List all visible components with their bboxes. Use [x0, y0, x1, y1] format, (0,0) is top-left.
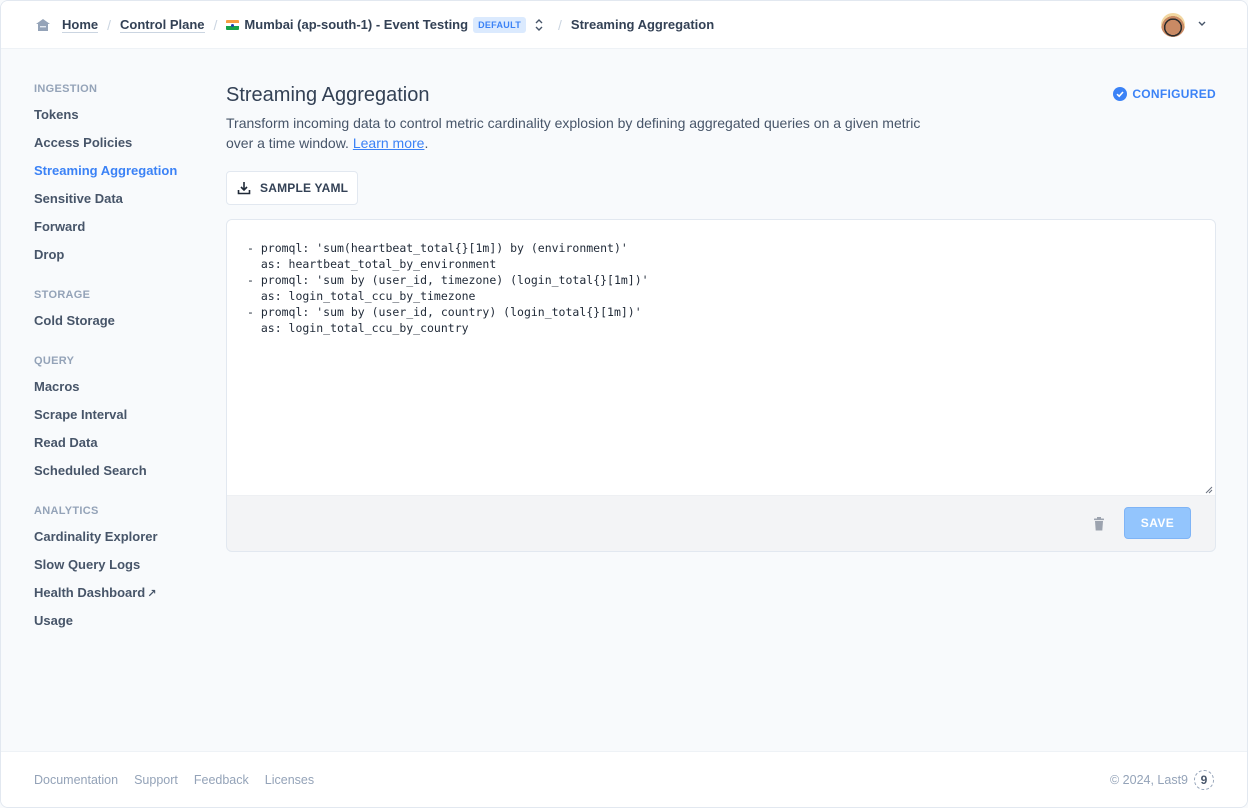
configured-status: CONFIGURED	[1113, 87, 1216, 101]
description-end: .	[424, 135, 429, 151]
description-text: Transform incoming data to control metri…	[226, 115, 921, 151]
footer-link-documentation[interactable]: Documentation	[34, 773, 118, 787]
sample-yaml-button[interactable]: SAMPLE YAML	[226, 171, 359, 205]
main-content: Streaming Aggregation CONFIGURED Transfo…	[226, 81, 1216, 552]
sidebar-item-streaming-aggregation[interactable]: Streaming Aggregation	[34, 157, 214, 185]
sidebar-section-query: QUERY Macros Scrape Interval Read Data S…	[34, 355, 214, 485]
footer-link-licenses[interactable]: Licenses	[265, 773, 314, 787]
user-avatar[interactable]	[1161, 13, 1185, 37]
default-badge: DEFAULT	[473, 16, 527, 33]
sidebar-item-slow-query-logs[interactable]: Slow Query Logs	[34, 551, 214, 579]
sidebar-item-forward[interactable]: Forward	[34, 213, 214, 241]
check-circle-icon	[1113, 87, 1128, 101]
sample-yaml-label: SAMPLE YAML	[260, 181, 349, 195]
page-title: Streaming Aggregation	[226, 84, 430, 106]
download-icon	[237, 182, 251, 195]
breadcrumb-separator: /	[558, 16, 562, 33]
breadcrumb-current: Streaming Aggregation	[570, 17, 715, 32]
breadcrumb-separator: /	[107, 16, 112, 33]
top-header: Home / Control Plane / Mumbai (ap-south-…	[1, 1, 1247, 49]
copyright-text: © 2024, Last9	[1109, 772, 1188, 787]
sidebar-section-analytics: ANALYTICS Cardinality Explorer Slow Quer…	[34, 505, 214, 635]
yaml-editor-textarea[interactable]: - promql: 'sum(heartbeat_total{}[1m]) by…	[227, 220, 1215, 496]
footer-link-support[interactable]: Support	[134, 773, 178, 787]
sidebar-item-cold-storage[interactable]: Cold Storage	[34, 307, 214, 335]
section-title: STORAGE	[34, 289, 91, 301]
section-title: ANALYTICS	[34, 505, 99, 517]
breadcrumb-control-plane[interactable]: Control Plane	[120, 17, 205, 33]
page-description: Transform incoming data to control metri…	[226, 113, 946, 153]
footer: Documentation Support Feedback Licenses …	[1, 751, 1247, 807]
last9-logo-icon: 9	[1194, 769, 1214, 790]
sidebar-item-scrape-interval[interactable]: Scrape Interval	[34, 401, 214, 429]
trash-icon[interactable]	[1093, 517, 1105, 531]
sidebar-section-storage: STORAGE Cold Storage	[34, 289, 214, 335]
learn-more-link[interactable]: Learn more	[353, 135, 425, 151]
sidebar-item-tokens[interactable]: Tokens	[34, 101, 214, 129]
home-icon[interactable]	[35, 18, 51, 32]
sidebar-item-drop[interactable]: Drop	[34, 241, 214, 269]
sidebar-section-ingestion: INGESTION Tokens Access Policies Streami…	[34, 83, 214, 269]
external-link-icon: ↗	[147, 588, 157, 600]
chevron-down-icon[interactable]	[1197, 20, 1207, 28]
india-flag-icon	[226, 19, 240, 30]
status-label: CONFIGURED	[1132, 87, 1216, 101]
section-title: INGESTION	[34, 83, 98, 95]
sidebar-item-access-policies[interactable]: Access Policies	[34, 129, 214, 157]
sidebar-item-cardinality-explorer[interactable]: Cardinality Explorer	[34, 523, 214, 551]
footer-link-feedback[interactable]: Feedback	[194, 773, 249, 787]
sidebar-item-sensitive-data[interactable]: Sensitive Data	[34, 185, 214, 213]
copyright: © 2024, Last9 9	[1109, 769, 1214, 790]
breadcrumb-home[interactable]: Home	[62, 17, 99, 33]
section-title: QUERY	[34, 355, 75, 367]
sidebar: INGESTION Tokens Access Policies Streami…	[34, 83, 214, 635]
app-frame: Home / Control Plane / Mumbai (ap-south-…	[0, 0, 1248, 808]
sidebar-item-scheduled-search[interactable]: Scheduled Search	[34, 457, 214, 485]
sidebar-item-health-dashboard[interactable]: Health Dashboard ↗	[34, 579, 214, 607]
breadcrumb: Home / Control Plane / Mumbai (ap-south-…	[35, 16, 715, 33]
resize-handle-icon[interactable]	[1205, 486, 1213, 494]
cluster-switch-icon[interactable]	[534, 18, 544, 32]
yaml-editor-card: - promql: 'sum(heartbeat_total{}[1m]) by…	[226, 219, 1216, 552]
sidebar-item-label: Health Dashboard	[34, 585, 146, 600]
save-button[interactable]: SAVE	[1124, 507, 1191, 539]
sidebar-item-usage[interactable]: Usage	[34, 607, 214, 635]
sidebar-item-read-data[interactable]: Read Data	[34, 429, 214, 457]
sidebar-item-macros[interactable]: Macros	[34, 373, 214, 401]
breadcrumb-separator: /	[213, 16, 218, 33]
breadcrumb-cluster[interactable]: Mumbai (ap-south-1) - Event Testing	[244, 17, 468, 32]
